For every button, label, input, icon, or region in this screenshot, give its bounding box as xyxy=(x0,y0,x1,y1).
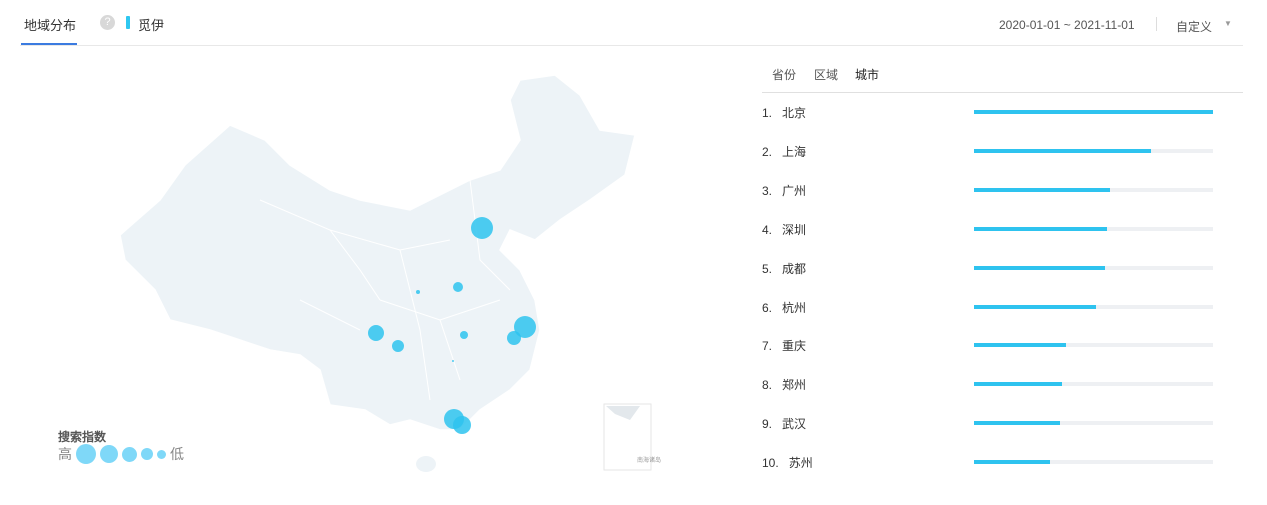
legend-dot xyxy=(100,445,118,463)
legend-dot xyxy=(122,446,137,462)
ranking-row[interactable]: 3. 广州 xyxy=(762,180,1222,200)
bubble-small[interactable] xyxy=(416,290,420,294)
ranking-label: 3. 广州 xyxy=(762,183,807,198)
bubble-zhengzhou[interactable] xyxy=(453,282,463,292)
ranking-bar-track xyxy=(974,460,1213,465)
ranking-bar-fill xyxy=(974,148,1151,153)
legend-low: 低 xyxy=(170,446,184,462)
inset-label: 南海诸岛 xyxy=(637,456,661,464)
size-legend: 高 低 xyxy=(58,444,184,464)
ranking-bar-fill xyxy=(974,110,1213,114)
help-icon[interactable]: ? xyxy=(100,15,115,30)
tab-city[interactable]: 城市 xyxy=(855,66,879,83)
legend-high: 高 xyxy=(58,446,72,462)
ranking-bar-track xyxy=(974,226,1213,231)
ranking-bar-track xyxy=(974,110,1213,114)
bubble-wuhan[interactable] xyxy=(460,331,468,339)
range-mode-select[interactable]: 自定义 xyxy=(1176,18,1212,35)
tab-area[interactable]: 区域 xyxy=(814,66,838,83)
ranking-row[interactable]: 2. 上海 xyxy=(762,141,1222,161)
keyword-label: 觅伊 xyxy=(138,18,165,33)
bubble-shenzhen[interactable] xyxy=(453,416,471,434)
ranking-bar-fill xyxy=(974,343,1066,348)
map-region-china[interactable] xyxy=(119,74,636,431)
ranking-bar-fill xyxy=(974,421,1061,426)
date-range[interactable]: 2020-01-01 ~ 2021-11-01 xyxy=(999,18,1135,32)
ranking-label: 8. 郑州 xyxy=(762,378,807,393)
bubble-chongqing[interactable] xyxy=(392,340,404,352)
bubble-chengdu[interactable] xyxy=(368,325,384,341)
ranking-row[interactable]: 4. 深圳 xyxy=(762,219,1222,239)
caret-down-icon[interactable]: ▼ xyxy=(1224,19,1232,28)
ranking-row[interactable]: 9. 武汉 xyxy=(762,413,1222,433)
ranking-row[interactable]: 7. 重庆 xyxy=(762,335,1222,355)
map-region-hainan[interactable] xyxy=(416,456,436,472)
legend-dot xyxy=(141,448,153,460)
ranking-label: 4. 深圳 xyxy=(762,222,807,237)
legend-dot xyxy=(157,449,166,459)
ranking-row[interactable]: 5. 成都 xyxy=(762,258,1222,278)
tab-province[interactable]: 省份 xyxy=(772,66,796,83)
ranking-bar-track xyxy=(974,265,1213,270)
ranking-label: 2. 上海 xyxy=(762,144,807,159)
bubble-hangzhou[interactable] xyxy=(507,331,521,345)
ranking-bar-track xyxy=(974,382,1213,387)
ranking-row[interactable]: 10. 苏州 xyxy=(762,452,1222,472)
ranking-label: 6. 杭州 xyxy=(762,300,807,315)
divider xyxy=(1156,17,1157,31)
ranking-label: 5. 成都 xyxy=(762,261,807,276)
ranking-label: 9. 武汉 xyxy=(762,417,807,432)
ranking-bar-fill xyxy=(974,304,1096,309)
ranking-row[interactable]: 1. 北京 xyxy=(762,102,1222,122)
series-color-marker xyxy=(126,16,130,29)
bubble-small[interactable] xyxy=(452,360,454,362)
active-tab-indicator xyxy=(21,43,77,45)
ranking-row[interactable]: 6. 杭州 xyxy=(762,297,1222,317)
bubble-beijing[interactable] xyxy=(471,217,493,239)
ranking-label: 10. 苏州 xyxy=(762,456,813,471)
tab-region-distribution[interactable]: 地域分布 xyxy=(24,15,76,34)
ranking-bar-track xyxy=(974,421,1213,426)
legend-dot xyxy=(76,444,96,464)
ranking-label: 7. 重庆 xyxy=(762,339,807,354)
ranking-bar-fill xyxy=(974,187,1111,192)
ranking-bar-fill xyxy=(974,460,1051,465)
ranking-label: 1. 北京 xyxy=(762,106,807,120)
china-map[interactable]: 南海诸岛 xyxy=(0,50,700,490)
granularity-tabs: 省份 区域 城市 xyxy=(762,58,1243,93)
ranking-bar-fill xyxy=(974,226,1107,231)
ranking-bar-track xyxy=(974,304,1213,309)
ranking-bar-track xyxy=(974,148,1213,153)
ranking-bar-fill xyxy=(974,382,1063,387)
ranking-row[interactable]: 8. 郑州 xyxy=(762,374,1222,394)
ranking-bar-track xyxy=(974,187,1213,192)
ranking-bar-fill xyxy=(974,265,1106,270)
legend-title: 搜索指数 xyxy=(58,430,107,444)
ranking-bar-track xyxy=(974,343,1213,348)
